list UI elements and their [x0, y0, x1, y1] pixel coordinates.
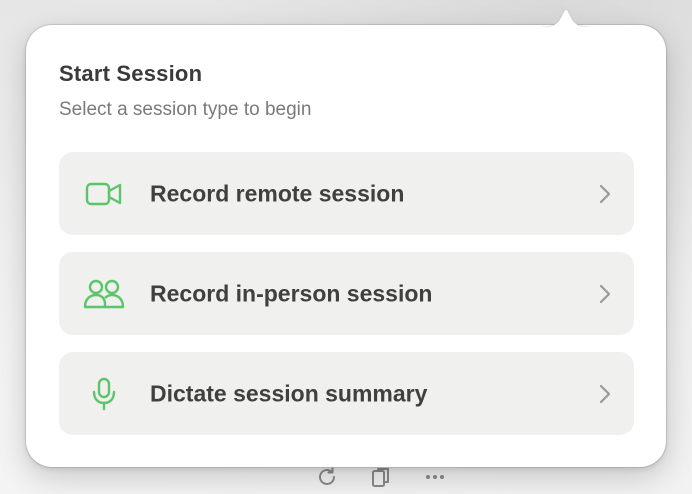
- people-icon: [83, 277, 125, 311]
- dictate-session-summary-button[interactable]: Dictate session summary: [59, 352, 634, 435]
- more-icon[interactable]: [422, 464, 448, 490]
- option-label: Dictate session summary: [150, 380, 428, 406]
- popover-arrow: [542, 9, 590, 27]
- option-label: Record remote session: [150, 180, 405, 206]
- chevron-right-icon: [598, 283, 612, 305]
- refresh-icon[interactable]: [314, 464, 340, 490]
- popover-subtitle: Select a session type to begin: [59, 99, 312, 120]
- chevron-right-icon: [598, 383, 612, 405]
- popover-title: Start Session: [59, 61, 203, 86]
- documents-icon[interactable]: [368, 464, 394, 490]
- record-in-person-session-button[interactable]: Record in-person session: [59, 252, 634, 335]
- record-remote-session-button[interactable]: Record remote session: [59, 152, 634, 235]
- chevron-right-icon: [598, 183, 612, 205]
- video-camera-icon: [83, 177, 125, 211]
- start-session-popover: Start Session Select a session type to b…: [26, 9, 666, 467]
- microphone-icon: [83, 377, 125, 411]
- option-label: Record in-person session: [150, 280, 433, 306]
